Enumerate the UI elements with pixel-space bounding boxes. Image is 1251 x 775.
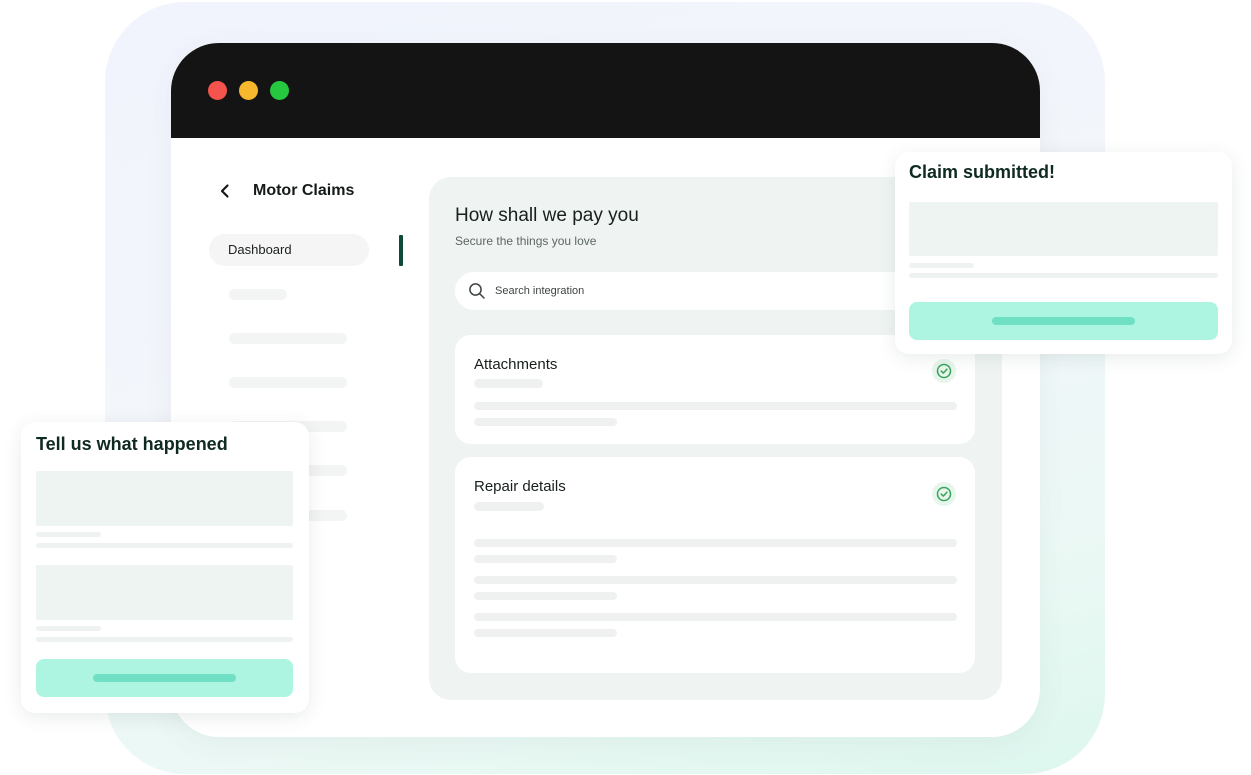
- button-label-placeholder: [93, 674, 236, 682]
- tell-us-what-happened-card: Tell us what happened: [21, 422, 309, 713]
- maximize-window-button[interactable]: [270, 81, 289, 100]
- text-placeholder: [474, 592, 617, 600]
- attachments-card[interactable]: Attachments: [455, 335, 975, 444]
- text-placeholder: [36, 532, 101, 537]
- continue-button[interactable]: [36, 659, 293, 697]
- back-chevron-icon[interactable]: [215, 181, 235, 201]
- text-placeholder: [909, 263, 974, 268]
- text-placeholder: [474, 539, 957, 547]
- search-icon: [469, 283, 485, 299]
- content-placeholder: [909, 202, 1218, 256]
- search-input[interactable]: [495, 272, 935, 310]
- button-label-placeholder: [992, 317, 1135, 325]
- text-placeholder: [474, 555, 617, 563]
- text-placeholder: [36, 626, 101, 631]
- card-title: Repair details: [474, 478, 566, 495]
- check-circle-icon: [932, 482, 956, 506]
- text-placeholder: [474, 613, 957, 621]
- window-titlebar: [171, 43, 1040, 138]
- submit-button[interactable]: [909, 302, 1218, 340]
- claim-submitted-card: Claim submitted!: [895, 152, 1232, 354]
- text-placeholder: [36, 543, 293, 548]
- minimize-window-button[interactable]: [239, 81, 258, 100]
- sidebar-active-indicator: [399, 235, 403, 266]
- text-placeholder: [474, 502, 544, 511]
- card-title: Attachments: [474, 356, 558, 373]
- text-placeholder: [474, 379, 543, 388]
- card-title: Claim submitted!: [909, 162, 1056, 182]
- close-window-button[interactable]: [208, 81, 227, 100]
- repair-details-card[interactable]: Repair details: [455, 457, 975, 673]
- text-placeholder: [909, 273, 1218, 278]
- text-placeholder: [474, 576, 957, 584]
- text-placeholder: [474, 418, 617, 426]
- panel-title: How shall we pay you: [455, 205, 639, 226]
- content-placeholder: [36, 471, 293, 526]
- card-title: Tell us what happened: [36, 434, 228, 454]
- text-placeholder: [474, 629, 617, 637]
- sidebar-item-placeholder[interactable]: [229, 377, 347, 388]
- sidebar-item-placeholder[interactable]: [229, 333, 347, 344]
- panel-subtitle: Secure the things you love: [455, 234, 597, 248]
- text-placeholder: [36, 637, 293, 642]
- sidebar-item-placeholder[interactable]: [229, 289, 287, 300]
- text-placeholder: [474, 402, 957, 410]
- sidebar-item-dashboard[interactable]: Dashboard: [209, 234, 369, 266]
- content-placeholder: [36, 565, 293, 620]
- check-circle-icon: [932, 359, 956, 383]
- app-title: Motor Claims: [253, 182, 355, 199]
